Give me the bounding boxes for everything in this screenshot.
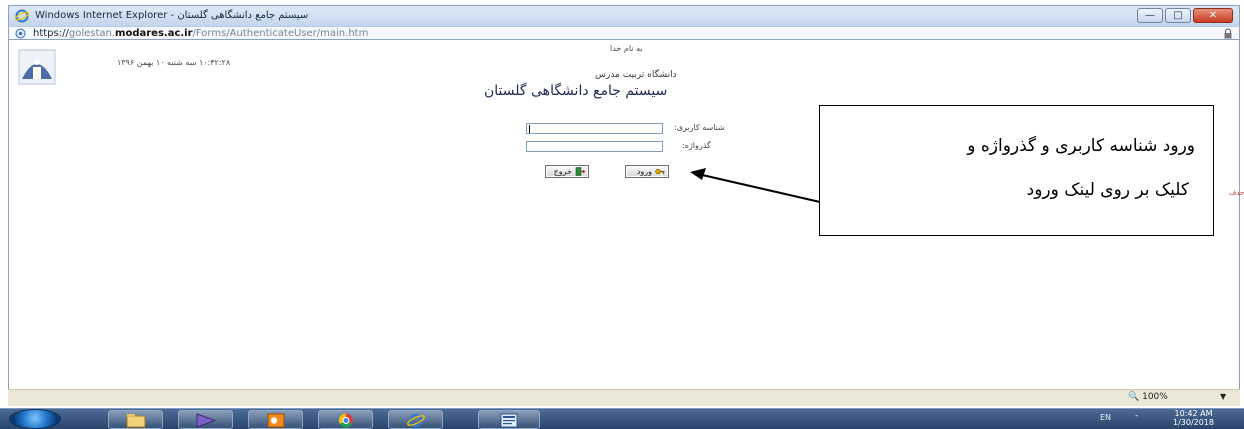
exit-door-icon	[575, 167, 585, 176]
taskbar-item-media[interactable]	[178, 410, 233, 429]
url-host: modares.ac.ir	[115, 28, 193, 39]
start-button[interactable]	[9, 409, 61, 429]
url-text[interactable]: https://golestan.modares.ac.ir/Forms/Aut…	[33, 27, 368, 40]
page-footer-strip	[8, 389, 1240, 406]
exit-button[interactable]: خروج	[545, 165, 589, 178]
taskbar-item-explorer[interactable]	[108, 410, 163, 429]
page-icon	[15, 28, 26, 39]
folder-icon	[126, 414, 145, 428]
username-input[interactable]	[526, 123, 663, 134]
internet-explorer-taskbar-icon	[406, 413, 425, 428]
datetime-text: ۱۰:۴۲:۲۸ سه شنبه ۱۰ بهمن ۱۳۹۶	[117, 58, 231, 67]
annotation-line-2: کلیک بر روی لینک ورود	[1026, 180, 1189, 200]
minimize-button[interactable]: —	[1137, 8, 1163, 23]
clock-date: 1/30/2018	[1173, 418, 1215, 427]
key-icon	[655, 168, 665, 175]
username-label: شناسه کاربری:	[674, 123, 725, 132]
exit-button-label: خروج	[553, 167, 572, 176]
password-input[interactable]	[526, 141, 663, 152]
bename-header: به نام خدا	[610, 44, 643, 53]
logo-caption: ‏	[18, 79, 56, 86]
internet-explorer-icon	[15, 9, 29, 23]
taskbar-item-internet-explorer[interactable]	[388, 410, 443, 429]
minimize-icon: —	[1145, 10, 1155, 21]
zoom-dropdown-icon[interactable]: ▼	[1220, 392, 1226, 401]
url-scheme: https://	[33, 28, 69, 39]
clock-time: 10:42 AM	[1174, 409, 1213, 418]
lock-icon[interactable]	[1223, 28, 1233, 39]
url-subdomain: golestan.	[68, 28, 116, 39]
university-name: دانشگاه تربیت مدرس	[595, 70, 677, 80]
zoom-level[interactable]: 🔍 100%	[1128, 392, 1168, 402]
text-caret	[529, 125, 530, 133]
password-label: گذرواژه:	[682, 141, 711, 150]
close-button[interactable]: ✕	[1193, 8, 1233, 23]
window-title: Windows Internet Explorer - سیستم جامع د…	[35, 10, 309, 21]
taskbar-item-outlook[interactable]	[248, 410, 303, 429]
media-player-icon	[196, 413, 216, 428]
maximize-button[interactable]: □	[1165, 8, 1191, 23]
side-link-text[interactable]: حذف	[1229, 189, 1244, 197]
system-title: سیستم جامع دانشگاهی گلستان	[484, 83, 668, 99]
language-indicator[interactable]: EN	[1100, 413, 1111, 422]
window-title-bar: Windows Internet Explorer - سیستم جامع د…	[8, 5, 1240, 26]
taskbar-item-word[interactable]	[478, 410, 540, 429]
annotation-arrow	[690, 168, 821, 203]
chrome-icon	[338, 413, 353, 428]
window-controls: — □ ✕	[1137, 8, 1233, 23]
login-button[interactable]: ورود	[625, 165, 669, 178]
address-bar[interactable]: https://golestan.modares.ac.ir/Forms/Aut…	[8, 26, 1240, 40]
annotation-line-1: ورود شناسه کاربری و گذرواژه و	[967, 136, 1195, 156]
zoom-magnifier-icon: 🔍	[1128, 392, 1140, 402]
close-icon: ✕	[1208, 10, 1218, 21]
annotation-callout: ورود شناسه کاربری و گذرواژه و کلیک بر رو…	[819, 105, 1214, 236]
maximize-icon: □	[1173, 10, 1183, 21]
word-icon	[500, 413, 518, 428]
url-path: /Forms/AuthenticateUser/main.htm	[192, 28, 369, 39]
tray-separator: -	[1135, 411, 1139, 421]
taskbar-item-chrome[interactable]	[318, 410, 373, 429]
zoom-value: 100%	[1142, 392, 1168, 402]
login-button-label: ورود	[636, 167, 652, 176]
clock[interactable]: 10:42 AM 1/30/2018	[1173, 409, 1214, 427]
outlook-icon	[267, 413, 284, 428]
